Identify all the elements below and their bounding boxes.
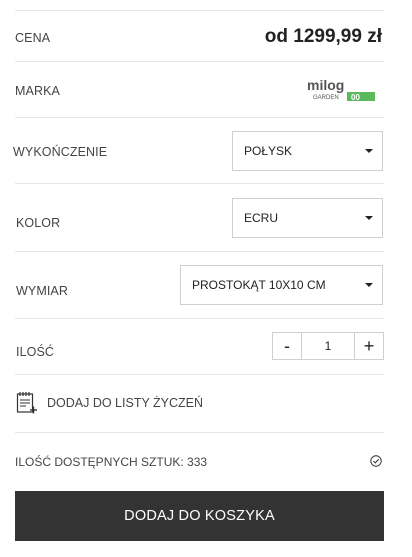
finish-select[interactable]: POŁYSK bbox=[232, 131, 383, 171]
stock-availability: ILOŚĆ DOSTĘPNYCH SZTUK: 333 bbox=[15, 455, 208, 469]
brand-logo[interactable]: milog GARDEN 00 bbox=[307, 78, 377, 102]
logo-accent-text: 00 bbox=[351, 93, 360, 102]
quantity-input[interactable]: 1 bbox=[302, 333, 354, 359]
check-circle-icon bbox=[370, 455, 382, 467]
chevron-down-icon bbox=[365, 283, 373, 287]
color-label: KOLOR bbox=[16, 216, 61, 230]
quantity-label: ILOŚĆ bbox=[16, 345, 55, 359]
quantity-increase-button[interactable]: + bbox=[354, 333, 383, 359]
quantity-stepper: - 1 + bbox=[272, 332, 384, 360]
price-label: CENA bbox=[15, 31, 51, 45]
notepad-plus-icon bbox=[16, 392, 37, 414]
finish-label: WYKOŃCZENIE bbox=[13, 145, 108, 159]
quantity-decrease-button[interactable]: - bbox=[273, 333, 302, 359]
logo-sub-text: GARDEN bbox=[313, 95, 339, 101]
color-select[interactable]: ECRU bbox=[232, 198, 383, 238]
wishlist-label: DODAJ DO LISTY ŻYCZEŃ bbox=[47, 396, 204, 410]
price-value: od 1299,99 zł bbox=[264, 26, 382, 47]
add-to-wishlist-link[interactable]: DODAJ DO LISTY ŻYCZEŃ bbox=[16, 391, 203, 415]
size-label: WYMIAR bbox=[16, 284, 68, 298]
size-select[interactable]: PROSTOKĄT 10X10 CM bbox=[180, 265, 383, 305]
add-to-cart-button[interactable]: DODAJ DO KOSZYKA bbox=[15, 491, 384, 541]
chevron-down-icon bbox=[365, 216, 373, 220]
chevron-down-icon bbox=[365, 149, 373, 153]
size-select-value: PROSTOKĄT 10X10 CM bbox=[192, 278, 326, 292]
brand-label: MARKA bbox=[15, 84, 60, 98]
finish-select-value: POŁYSK bbox=[244, 144, 293, 158]
logo-main-text: milog bbox=[307, 78, 344, 93]
color-select-value: ECRU bbox=[244, 211, 279, 225]
